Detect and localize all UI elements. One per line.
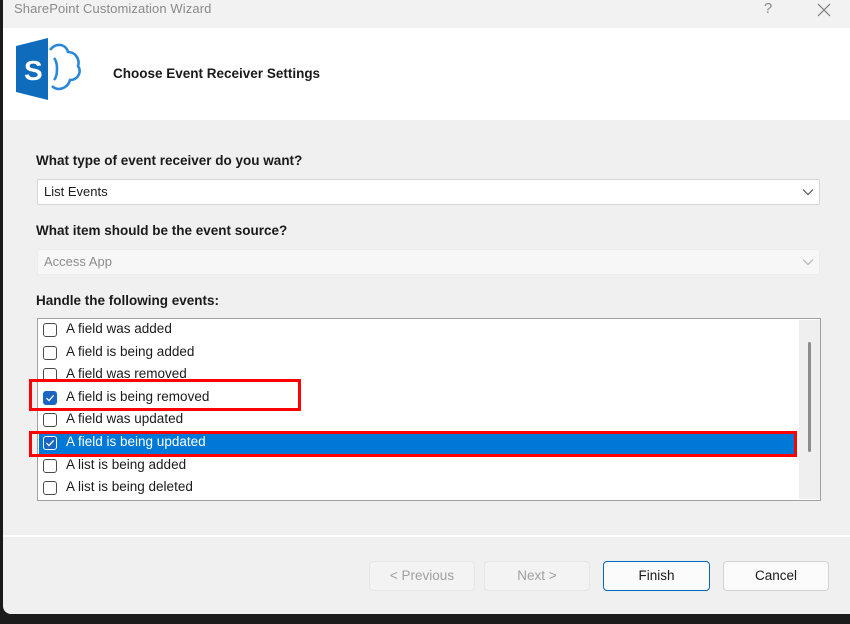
close-button[interactable] xyxy=(811,0,837,20)
event-item[interactable]: A list is being added xyxy=(39,456,795,478)
event-source-label: What item should be the event source? xyxy=(36,223,288,238)
chevron-down-icon xyxy=(802,189,814,196)
wizard-header: S Choose Event Receiver Settings xyxy=(3,28,850,120)
checkbox-unchecked[interactable] xyxy=(43,345,57,360)
event-item[interactable]: A field was removed xyxy=(39,365,795,387)
event-item-label: A list is being deleted xyxy=(66,479,193,495)
event-type-label: What type of event receiver do you want? xyxy=(36,153,303,168)
event-item-label: A field is being updated xyxy=(66,434,206,449)
event-source-value: Access App xyxy=(44,254,112,269)
event-item[interactable]: A field was added xyxy=(39,320,795,342)
chevron-down-icon xyxy=(802,259,814,266)
event-item-label: A field was updated xyxy=(66,411,184,427)
event-item-label: A list is being added xyxy=(66,456,187,472)
event-item-label: A field was removed xyxy=(66,366,187,382)
finish-button[interactable]: Finish xyxy=(603,561,710,591)
checkbox-unchecked[interactable] xyxy=(43,458,57,473)
events-label: Handle the following events: xyxy=(36,293,220,308)
checkbox-unchecked[interactable] xyxy=(43,413,57,428)
event-item-label: A field is being added xyxy=(66,343,195,359)
event-item[interactable]: A list is being deleted xyxy=(39,478,795,500)
wizard-dialog: SharePoint Customization Wizard ? S Choo… xyxy=(3,0,850,614)
checkbox-unchecked[interactable] xyxy=(43,368,57,383)
event-source-dropdown[interactable]: Access App xyxy=(37,249,820,275)
checkbox-unchecked[interactable] xyxy=(43,481,57,496)
window-title: SharePoint Customization Wizard xyxy=(14,1,212,16)
checkbox-unchecked[interactable] xyxy=(43,323,57,337)
checkbox-checked[interactable] xyxy=(43,390,57,405)
cancel-button[interactable]: Cancel xyxy=(723,561,829,591)
checkmark-icon xyxy=(46,439,55,447)
sharepoint-logo-icon: S xyxy=(16,38,81,100)
page-title: Choose Event Receiver Settings xyxy=(113,66,321,81)
checkmark-icon xyxy=(46,394,55,402)
next-button[interactable]: Next > xyxy=(484,561,590,591)
previous-button[interactable]: < Previous xyxy=(369,561,475,591)
event-item-label: A field was added xyxy=(66,321,172,336)
event-type-dropdown[interactable]: List Events xyxy=(37,179,820,205)
event-item[interactable]: A field is being updated xyxy=(39,433,795,455)
event-item[interactable]: A field was updated xyxy=(39,410,795,432)
checkbox-checked[interactable] xyxy=(43,436,57,450)
scroll-thumb[interactable] xyxy=(808,342,811,452)
help-button[interactable]: ? xyxy=(755,0,781,20)
title-bar: SharePoint Customization Wizard ? xyxy=(3,0,850,28)
event-type-value: List Events xyxy=(44,184,108,199)
svg-text:S: S xyxy=(24,55,43,86)
footer-divider xyxy=(3,535,850,537)
scrollbar[interactable] xyxy=(799,320,820,499)
event-item-label: A field is being removed xyxy=(66,388,210,404)
event-item[interactable]: A field is being added xyxy=(39,343,795,365)
close-icon xyxy=(817,3,831,17)
events-checklist[interactable]: A field was added A field is being added A… xyxy=(37,318,821,501)
event-item[interactable]: A field is being removed xyxy=(39,388,795,410)
